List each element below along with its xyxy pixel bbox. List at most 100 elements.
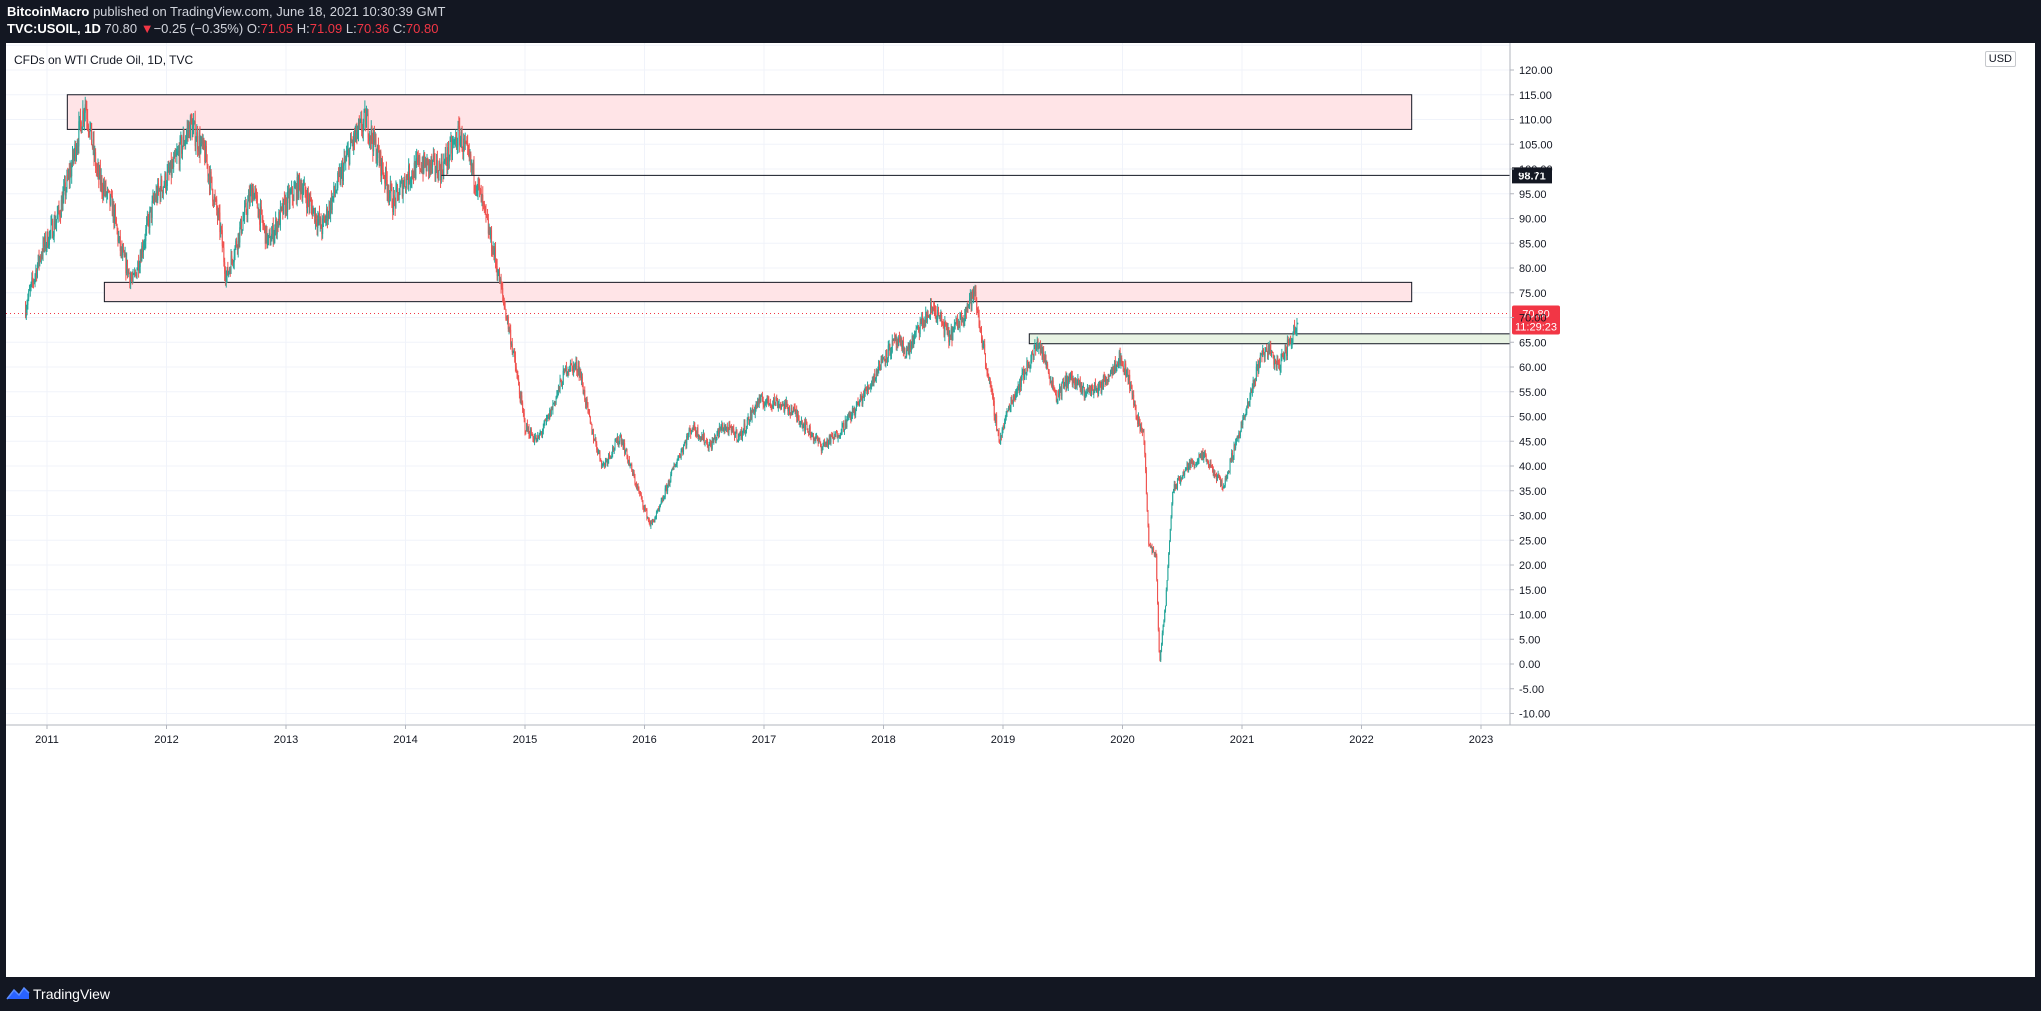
low-value: 70.36 [356,21,390,36]
candle-body [1158,629,1160,652]
candle-body [1156,555,1158,580]
y-tick-label: 120.00 [1519,65,1553,77]
tradingview-logo-icon[interactable] [6,985,30,1001]
candle-body [256,195,258,209]
candle-body [984,353,986,365]
candle-body [587,402,589,410]
candle-body [1047,364,1049,369]
x-tick-label: 2011 [35,734,59,746]
candle-body [552,404,554,410]
currency-badge[interactable]: USD [1984,51,2016,67]
y-tick-label: -5.00 [1519,684,1544,696]
candle-body [404,179,406,187]
candle-body [614,440,616,450]
candle-body [760,396,762,402]
x-tick-label: 2022 [1349,734,1373,746]
candle-body [919,323,921,335]
x-tick-label: 2012 [154,734,178,746]
candle-body [1157,602,1159,630]
candle-body [1297,323,1299,325]
footer-bar: TradingView [0,977,2041,1011]
y-tick-label: 65.00 [1519,337,1547,349]
resistance-zone [103,281,1413,303]
y-tick-label: 80.00 [1519,263,1547,275]
low-label: L: [345,21,357,36]
candle-body [346,154,348,160]
tradingview-brand[interactable]: TradingView [33,986,110,1002]
y-tick-label: 95.00 [1519,189,1547,201]
open-value: 71.05 [260,21,294,36]
y-tick-label: 50.00 [1519,412,1547,424]
candle-body [56,219,58,224]
y-tick-label: 30.00 [1519,511,1547,523]
candle-body [485,207,487,215]
axes: -10.00 -5.00 0.00 5.00 10.00 15.00 20.00 25.00 3… [6,43,2035,746]
y-tick-label: 55.00 [1519,387,1547,399]
open-label: O: [246,21,261,36]
candle-body [1168,553,1170,567]
candle-body [1259,355,1261,364]
candle-body [1296,323,1298,331]
candle-body [985,364,987,369]
x-tick-label: 2014 [393,734,417,746]
y-tick-label: 25.00 [1519,535,1547,547]
candle-body [161,179,163,191]
candle-body [1153,547,1155,552]
candle-body [91,123,93,146]
candle-body [479,185,481,189]
tradingview-snapshot: BitcoinMacro published on TradingView.co… [0,0,2041,1011]
x-tick-label: 2015 [513,734,537,746]
chart-pane[interactable]: 98.71 70.80 11:29:23 -10.00 -5.00 0.00 5.00 10… [6,43,2035,977]
candle-body [293,188,295,201]
candle-body [1160,652,1162,661]
candle-body [349,147,351,165]
candle-body [1165,589,1167,606]
candle-body [915,328,917,333]
grid-lines [6,43,1510,725]
candle-body [788,407,790,413]
candle-body [1148,525,1150,545]
candle-body [1121,358,1123,362]
candle-body [1172,491,1174,504]
candle-body [365,115,367,128]
candle-body [398,194,400,201]
x-tick-label: 2016 [632,734,656,746]
candle-body [786,401,788,405]
candle-body [1135,406,1137,416]
price-chart[interactable]: 98.7170.8011:29:23 -10.00 -5.00 0.00 5.00 10… [6,43,2035,977]
candle-body [659,504,661,507]
candle-body [671,470,673,474]
y-tick-label: 90.00 [1519,214,1547,226]
author-name[interactable]: BitcoinMacro [7,4,89,19]
candle-body [1242,419,1244,425]
symbol-label[interactable]: TVC:USOIL, 1D [7,21,101,36]
candle-body [247,201,249,216]
candle-body [502,288,504,296]
candle-body [1145,470,1147,495]
candle-body [1221,480,1223,487]
last-price-value: 70.80 [104,21,138,36]
y-tick-label: 75.00 [1519,288,1547,300]
x-tick-label: 2013 [274,734,298,746]
x-tick-label: 2021 [1230,734,1254,746]
close-label: C: [392,21,406,36]
candle-body [1169,541,1171,554]
candle-body [473,161,475,186]
x-tick-label: 2018 [871,734,895,746]
candle-body [242,220,244,230]
candle-body [1170,517,1172,529]
candle-body [1086,393,1088,395]
candle-body [734,433,736,438]
candle-body [162,187,164,194]
candle-body [996,415,998,431]
candle-body [397,186,399,193]
y-tick-label: 105.00 [1519,139,1553,151]
y-tick-label: 85.00 [1519,238,1547,250]
candle-body [703,434,705,444]
candle-body [641,496,643,501]
candle-body [806,424,808,429]
candle-body [28,290,30,299]
candle-body [303,185,305,192]
candle-body [1143,431,1145,442]
candle-body [115,209,117,218]
